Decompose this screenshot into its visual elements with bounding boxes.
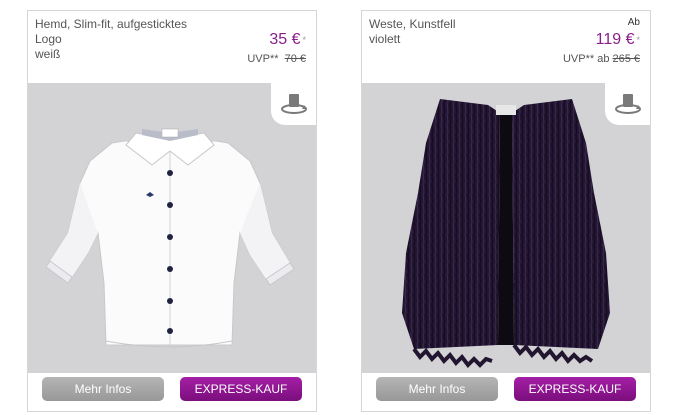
shirt-illustration xyxy=(45,128,295,348)
product-title[interactable]: Hemd, Slim-fit, aufgesticktes Logo xyxy=(35,17,187,46)
rotate-view-icon xyxy=(615,94,641,114)
uvp-price: UVP** ab 265 € xyxy=(562,53,640,65)
more-info-button[interactable]: Mehr Infos xyxy=(42,377,164,401)
product-color: weiß xyxy=(35,47,61,61)
product-color: violett xyxy=(369,32,401,46)
rotate-view-icon xyxy=(281,94,307,114)
product-name[interactable]: Hemd, Slim-fit, aufgesticktes Logo weiß xyxy=(35,17,205,62)
product-card-vest: Weste, Kunstfell violett Ab 119 € * UVP**… xyxy=(361,10,651,412)
rotate-view-button[interactable] xyxy=(605,83,650,125)
price-prefix xyxy=(247,17,306,29)
vest-illustration xyxy=(402,99,610,369)
product-card-shirt: Hemd, Slim-fit, aufgesticktes Logo weiß … xyxy=(27,10,317,412)
product-image-shirt[interactable] xyxy=(28,83,316,373)
price: 119 € * xyxy=(595,31,640,48)
price-prefix: Ab xyxy=(627,17,640,28)
product-image-vest[interactable] xyxy=(362,83,650,373)
price-block: Ab 119 € * UVP** ab 265 € xyxy=(563,17,640,67)
product-name[interactable]: Weste, Kunstfell violett xyxy=(369,17,539,47)
price-block: 35 € * UVP** 70 € xyxy=(247,17,306,67)
price: 35 € * xyxy=(269,31,306,48)
more-info-button[interactable]: Mehr Infos xyxy=(376,377,498,401)
express-buy-button[interactable]: EXPRESS-KAUF xyxy=(514,377,636,401)
express-buy-button[interactable]: EXPRESS-KAUF xyxy=(180,377,302,401)
product-title[interactable]: Weste, Kunstfell xyxy=(369,17,455,31)
rotate-view-button[interactable] xyxy=(271,83,316,125)
uvp-price: UVP** 70 € xyxy=(247,53,306,65)
